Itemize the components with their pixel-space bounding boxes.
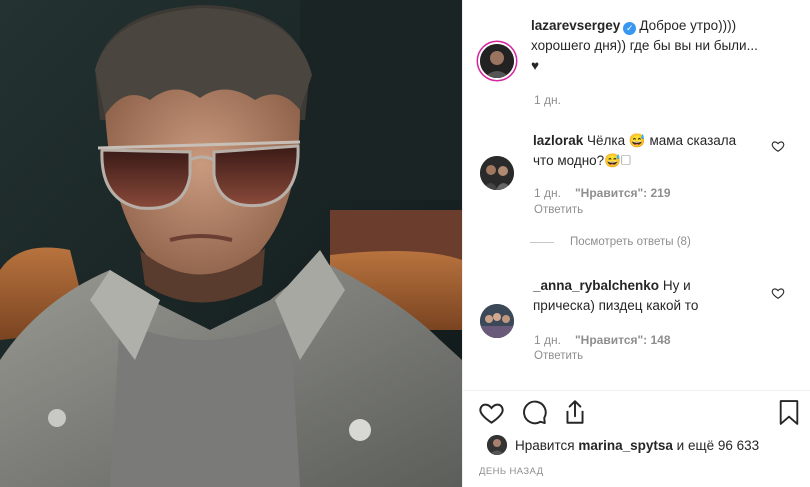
caption-line1: Доброе утро)))) (639, 18, 737, 33)
commenter-avatar-icon (480, 304, 514, 338)
reply-button[interactable]: Ответить (534, 350, 583, 362)
caption: lazarevsergey ✓ Доброе утро)))) хорошего д… (531, 16, 806, 76)
comment-meta: 1 дн. "Нравится": 219 (534, 186, 671, 200)
caption-line2: хорошего дня)) где бы вы ни были... (531, 38, 758, 53)
post-panel: lazarevsergey ✓ Доброе утро)))) хорошего д… (462, 0, 810, 487)
comment-text-line1: Чёлка 😅 мама сказала (587, 133, 737, 148)
comment: _anna_rybalchenko Ну и прическа) пиздец … (533, 276, 773, 316)
commenter-avatar[interactable] (480, 304, 514, 338)
liker-avatar-icon (487, 435, 507, 455)
post-photo[interactable] (0, 0, 462, 487)
selfie-image (0, 0, 462, 487)
comment-username[interactable]: lazlorak (533, 133, 583, 148)
comment-time[interactable]: 1 дн. (534, 186, 561, 200)
view-replies-line (530, 241, 554, 243)
actions-divider (462, 390, 810, 391)
comment-likes[interactable]: "Нравится": 219 (575, 186, 671, 200)
commenter-avatar-icon (480, 156, 514, 190)
liker-avatar (487, 435, 507, 455)
comment-text-line1: Ну и (662, 278, 691, 293)
author-avatar-icon (480, 44, 514, 78)
comment-icon[interactable] (522, 399, 548, 425)
comment-like-heart-icon[interactable] (771, 286, 785, 300)
comment-text-line2: прическа) пиздец какой то (533, 298, 699, 313)
likes-prefix: Нравится (515, 437, 575, 453)
likes-summary[interactable]: Нравится marina_spytsa и ещё 96 633 (487, 435, 759, 455)
comment: lazlorak Чёлка 😅 мама сказала что модно?… (533, 131, 773, 171)
caption-time[interactable]: 1 дн. (534, 93, 561, 107)
likes-user[interactable]: marina_spytsa (578, 438, 673, 453)
heart-icon[interactable] (478, 399, 505, 426)
caption-line3: ♥ (531, 58, 540, 73)
commenter-avatar[interactable] (480, 156, 514, 190)
comment-like-heart-icon[interactable] (771, 139, 785, 153)
comment-time[interactable]: 1 дн. (534, 333, 561, 347)
post-date[interactable]: ДЕНЬ НАЗАД (479, 466, 543, 477)
bookmark-icon[interactable] (778, 399, 800, 426)
comment-text-line2: что модно?😅🗆 (533, 153, 631, 168)
view-replies-button[interactable]: Посмотреть ответы (8) (530, 236, 691, 248)
share-icon[interactable] (562, 398, 588, 426)
author-username[interactable]: lazarevsergey (531, 18, 620, 33)
likes-suffix[interactable]: и ещё 96 633 (677, 438, 759, 453)
author-avatar[interactable] (480, 44, 514, 78)
comment-username[interactable]: _anna_rybalchenko (533, 278, 659, 293)
verified-badge-icon: ✓ (623, 22, 637, 35)
view-replies-label: Посмотреть ответы (8) (570, 236, 691, 248)
reply-button[interactable]: Ответить (534, 204, 583, 216)
instagram-post: lazarevsergey ✓ Доброе утро)))) хорошего д… (0, 0, 810, 487)
comment-meta: 1 дн. "Нравится": 148 (534, 333, 671, 347)
comment-likes[interactable]: "Нравится": 148 (575, 333, 671, 347)
